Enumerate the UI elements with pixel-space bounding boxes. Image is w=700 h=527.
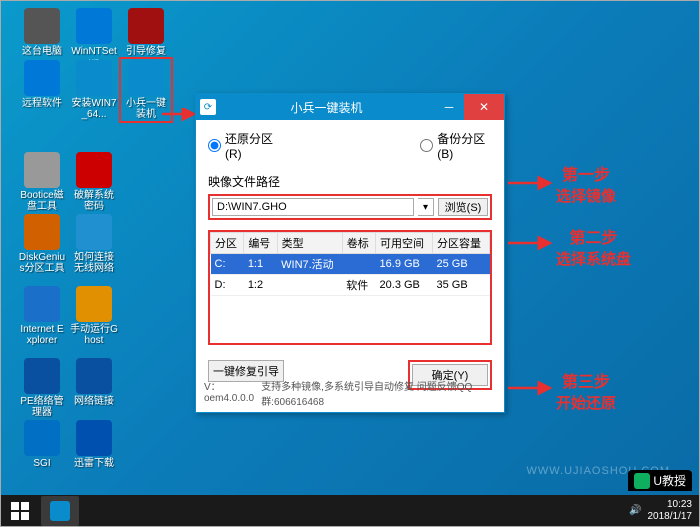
column-header[interactable]: 编号: [244, 233, 277, 254]
desktop-icon-label: SGI: [18, 458, 66, 469]
table-cell: 软件: [342, 275, 375, 296]
support-label: 支持多种镜像,多系统引导自动修复 问题反馈QQ群:606616468: [261, 378, 496, 408]
desktop-app-icon: [24, 358, 60, 394]
desktop-icon[interactable]: SGI: [18, 420, 66, 469]
taskbar-time: 10:23: [648, 499, 693, 511]
desktop-app-icon: [76, 152, 112, 188]
column-header[interactable]: 分区: [211, 233, 244, 254]
desktop-icon-label: 手动运行Ghost: [70, 324, 118, 346]
taskbar-app-installer[interactable]: [41, 496, 79, 526]
table-row[interactable]: D:1:2 软件20.3 GB35 GB: [211, 275, 490, 296]
tray-sound-icon[interactable]: 🔊: [629, 505, 641, 517]
table-cell: 1:2: [244, 275, 277, 296]
table-cell: 16.9 GB: [376, 254, 433, 275]
arrow-step3: [506, 380, 554, 396]
column-header[interactable]: 分区容量: [433, 233, 490, 254]
desktop-icon[interactable]: 引导修复: [122, 8, 170, 57]
table-cell: [277, 275, 342, 296]
restore-radio[interactable]: 还原分区(R): [208, 130, 280, 161]
desktop-icon[interactable]: 破解系统密码: [70, 152, 118, 212]
column-header[interactable]: 可用空间: [376, 233, 433, 254]
desktop-app-icon: [24, 420, 60, 456]
desktop-app-icon: [128, 60, 164, 96]
table-cell: [342, 254, 375, 275]
image-path-input[interactable]: [212, 198, 414, 216]
desktop-app-icon: [128, 8, 164, 44]
start-button[interactable]: [0, 495, 40, 527]
desktop-app-icon: [76, 358, 112, 394]
table-cell: 1:1: [244, 254, 277, 275]
system-tray[interactable]: 🔊 10:23 2018/1/17: [621, 499, 700, 523]
desktop-app-icon: [76, 60, 112, 96]
table-cell: 25 GB: [433, 254, 490, 275]
desktop-icon[interactable]: 网络链接: [70, 358, 118, 407]
arrow-step2: [506, 235, 554, 251]
desktop-app-icon: [24, 152, 60, 188]
desktop-icon[interactable]: Internet Explorer: [18, 286, 66, 346]
desktop-app-icon: [24, 286, 60, 322]
desktop-icon[interactable]: 手动运行Ghost: [70, 286, 118, 346]
taskbar: 🔊 10:23 2018/1/17: [0, 495, 700, 527]
browse-button[interactable]: 浏览(S): [438, 198, 488, 216]
path-dropdown-icon[interactable]: ▾: [418, 198, 434, 216]
desktop-app-icon: [76, 8, 112, 44]
desktop-icon[interactable]: 这台电脑: [18, 8, 66, 57]
table-cell: 20.3 GB: [376, 275, 433, 296]
desktop-icon-label: 这台电脑: [18, 46, 66, 57]
column-header[interactable]: 卷标: [342, 233, 375, 254]
desktop-app-icon: [76, 420, 112, 456]
desktop-icon-label: 破解系统密码: [70, 190, 118, 212]
brand-logo-icon: [634, 473, 650, 489]
close-button[interactable]: ✕: [464, 94, 504, 120]
table-row[interactable]: C:1:1WIN7.活动 16.9 GB25 GB: [211, 254, 490, 275]
table-cell: D:: [211, 275, 244, 296]
desktop-app-icon: [24, 8, 60, 44]
minimize-button[interactable]: ─: [434, 97, 464, 117]
desktop-icon[interactable]: DiskGenius分区工具: [18, 214, 66, 274]
annotation-step2: 第二步 选择系统盘: [556, 224, 631, 269]
desktop-icon-label: 安装WIN7_64...: [70, 98, 118, 120]
backup-radio[interactable]: 备份分区(B): [420, 130, 492, 161]
annotation-step1: 第一步 选择镜像: [556, 161, 616, 206]
desktop-icon-label: Bootice磁盘工具: [18, 190, 66, 212]
desktop-icon-label: DiskGenius分区工具: [18, 252, 66, 274]
desktop-icon-label: 迅雷下载: [70, 458, 118, 469]
desktop-app-icon: [24, 214, 60, 250]
desktop-icon[interactable]: 如何连接无线网络: [70, 214, 118, 274]
desktop-app-icon: [76, 214, 112, 250]
desktop-icon[interactable]: 迅雷下载: [70, 420, 118, 469]
installer-dialog: ⟳ 小兵一键装机 ─ ✕ 还原分区(R) 备份分区(B) 映像文件路径 ▾ 浏览…: [195, 93, 505, 413]
table-cell: C:: [211, 254, 244, 275]
desktop-icon[interactable]: Bootice磁盘工具: [18, 152, 66, 212]
table-cell: WIN7.活动: [277, 254, 342, 275]
desktop-icon[interactable]: PE络络管理器: [18, 358, 66, 418]
partition-table[interactable]: 分区编号类型卷标可用空间分区容量 C:1:1WIN7.活动 16.9 GB25 G…: [210, 232, 490, 296]
desktop-icon[interactable]: WinNTSetup: [70, 8, 118, 68]
annotation-step3: 第三步 开始还原: [556, 368, 616, 413]
window-title: 小兵一键装机: [219, 99, 434, 116]
app-icon: ⟳: [200, 99, 216, 115]
brand-watermark: U教授: [628, 470, 692, 491]
desktop-icon-label: PE络络管理器: [18, 396, 66, 418]
desktop-icon-label: 引导修复: [122, 46, 170, 57]
column-header[interactable]: 类型: [277, 233, 342, 254]
titlebar: ⟳ 小兵一键装机 ─ ✕: [196, 94, 504, 120]
taskbar-date: 2018/1/17: [648, 511, 693, 523]
path-highlight: ▾ 浏览(S): [208, 194, 492, 220]
path-label: 映像文件路径: [208, 173, 492, 190]
partition-table-highlight: 分区编号类型卷标可用空间分区容量 C:1:1WIN7.活动 16.9 GB25 G…: [208, 230, 492, 345]
desktop-icon-label: Internet Explorer: [18, 324, 66, 346]
version-label: V：oem4.0.0.0: [204, 378, 261, 408]
arrow-icon-to-dialog: [160, 108, 200, 128]
desktop-app-icon: [24, 60, 60, 96]
desktop-app-icon: [76, 286, 112, 322]
desktop-icon-label: 如何连接无线网络: [70, 252, 118, 274]
desktop-icon[interactable]: 远程软件: [18, 60, 66, 109]
arrow-step1: [506, 175, 554, 191]
table-cell: 35 GB: [433, 275, 490, 296]
taskbar-app-icon: [50, 501, 70, 521]
desktop-icon[interactable]: 安装WIN7_64...: [70, 60, 118, 120]
desktop-icon-label: 网络链接: [70, 396, 118, 407]
desktop-icon-label: 远程软件: [18, 98, 66, 109]
